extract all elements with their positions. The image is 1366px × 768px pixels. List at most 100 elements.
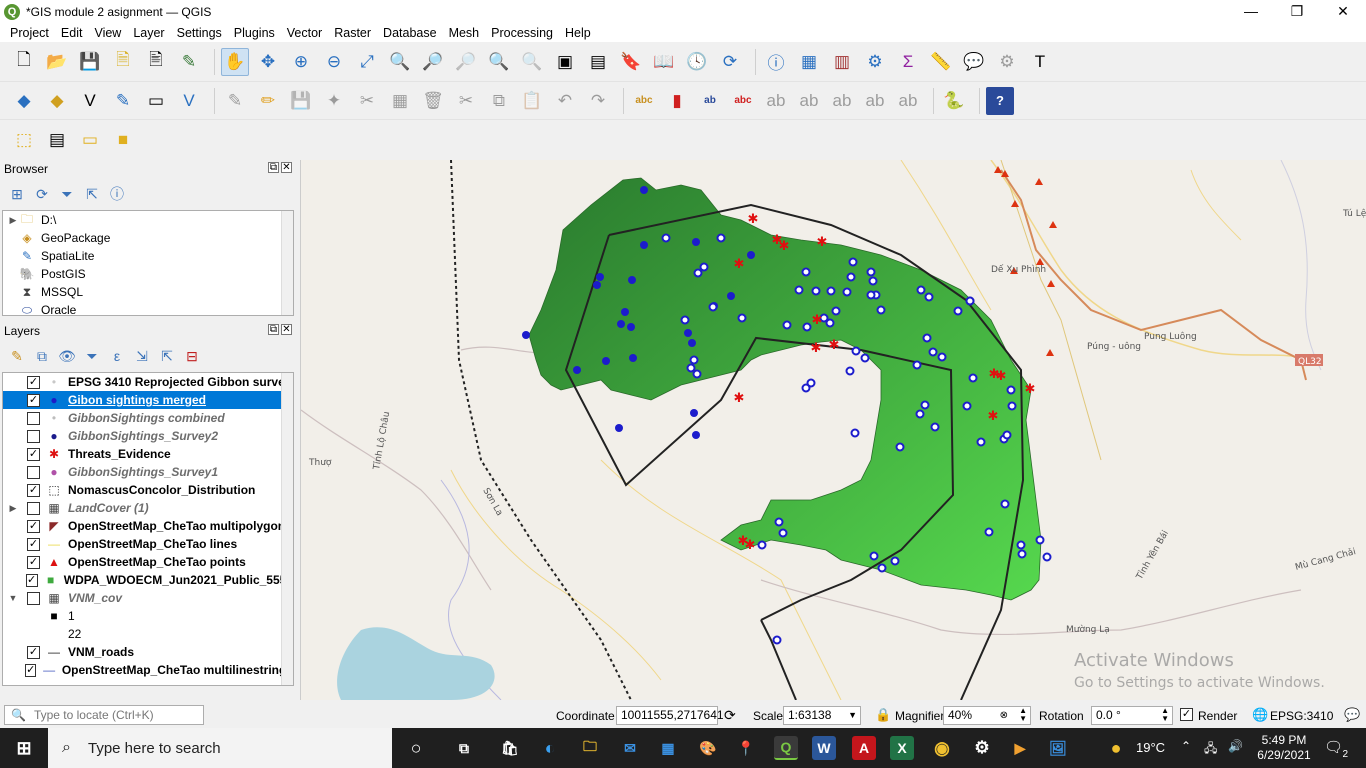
change-label-icon[interactable]: ab [861, 87, 889, 115]
calendar-icon[interactable]: ▦ [656, 736, 680, 760]
filter-icon[interactable]: ⏷ [56, 183, 78, 205]
open-attribute-table-icon[interactable]: ▦ [795, 48, 823, 76]
diagram-options-icon[interactable]: ▮ [663, 87, 691, 115]
temporal-controller-icon[interactable]: 🕓 [683, 48, 711, 76]
select-by-location-icon[interactable]: ■ [109, 126, 137, 154]
show-bookmarks-icon[interactable]: 📖 [650, 48, 678, 76]
new-geopackage-icon[interactable]: ◆ [43, 87, 71, 115]
windows-start-icon[interactable]: ⊞ [12, 736, 36, 760]
menu-plugins[interactable]: Plugins [228, 26, 281, 40]
pan-to-selection-icon[interactable]: ✥ [254, 48, 282, 76]
new-bookmark-icon[interactable]: 🔖 [617, 48, 645, 76]
collapse-all-icon[interactable]: ⇱ [156, 345, 178, 367]
data-source-manager-icon[interactable]: ◆ [10, 87, 38, 115]
map-canvas[interactable]: ✱ ✱ ✱ ✱ ✱ ✱ ✱ ✱ ✱ ✱ ✱ ✱ ✱ ✱ ✱ Dế Xu Phình Pung Luô… [300, 160, 1366, 700]
measure-line-icon[interactable]: 📏 [927, 48, 955, 76]
delete-selected-icon[interactable]: 🗑 [419, 87, 447, 115]
save-edits-icon[interactable]: 💾 [287, 87, 315, 115]
text-annotation-icon[interactable]: T [1026, 48, 1054, 76]
mail-icon[interactable]: ✉ [618, 736, 642, 760]
paint-icon[interactable]: 🎨 [696, 736, 720, 760]
layer-visibility-checkbox[interactable]: ✓ [27, 483, 40, 497]
modify-attributes-icon[interactable]: ▦ [386, 87, 414, 115]
map-tips-icon[interactable]: 💬 [960, 48, 988, 76]
volume-icon[interactable]: 🔊 [1228, 739, 1243, 753]
layer-row[interactable]: ✓ — VNM_roads [3, 643, 293, 661]
redo-icon[interactable]: ↷ [584, 87, 612, 115]
chrome-icon[interactable]: ◉ [930, 736, 954, 760]
menu-database[interactable]: Database [377, 26, 443, 40]
zoom-native-icon[interactable]: 🔎 [452, 48, 480, 76]
expand-arrow-icon[interactable]: ▶ [7, 215, 19, 226]
crs-label[interactable]: EPSG:3410 [1270, 709, 1333, 723]
highlight-pinned-labels-icon[interactable]: ab [696, 87, 724, 115]
browser-item[interactable]: 🐘 PostGIS [3, 265, 293, 283]
render-checkbox[interactable]: ✓ [1180, 708, 1193, 721]
layer-row[interactable]: ✓ ■ WDPA_WDOECM_Jun2021_Public_5555 [3, 571, 293, 589]
show-hide-labels-icon[interactable]: ab [762, 87, 790, 115]
select-features-icon[interactable]: ⬚ [10, 126, 38, 154]
browser-item[interactable]: ▶ 🗀 D:\ [3, 211, 293, 229]
zoom-next-icon[interactable]: 🔍 [518, 48, 546, 76]
browser-item[interactable]: ⬭ Oracle [3, 301, 293, 316]
layer-visibility-checkbox[interactable]: ✓ [27, 447, 40, 461]
layer-visibility-checkbox[interactable]: ✓ [25, 573, 38, 587]
taskbar-search[interactable]: ⌕ Type here to search [48, 728, 392, 768]
maps-pin-icon[interactable]: 📍 [734, 736, 758, 760]
new-virtual-layer-icon[interactable]: V [175, 87, 203, 115]
minimize-button[interactable]: — [1228, 0, 1274, 24]
layer-visibility-checkbox[interactable]: ✓ [27, 375, 40, 389]
close-panel-icon[interactable]: ✕ [281, 162, 292, 173]
layer-visibility-checkbox[interactable]: ✓ [27, 537, 40, 551]
weather-sun-icon[interactable]: ● [1104, 736, 1128, 760]
filter-legend-icon[interactable]: ⏷ [81, 345, 103, 367]
layer-visibility-checkbox[interactable] [27, 429, 40, 443]
new-map-view-icon[interactable]: ▣ [551, 48, 579, 76]
menu-vector[interactable]: Vector [281, 26, 328, 40]
properties-icon[interactable]: ⓘ [106, 183, 128, 205]
label-props-icon[interactable]: ab [894, 87, 922, 115]
collapse-all-icon[interactable]: ⇱ [81, 183, 103, 205]
browser-item[interactable]: ⧗ MSSQL [3, 283, 293, 301]
photos-icon[interactable]: 🖼 [1046, 736, 1070, 760]
select-by-value-icon[interactable]: ▤ [43, 126, 71, 154]
new-spatialite-icon[interactable]: ✎ [109, 87, 137, 115]
spinner-icon[interactable]: ▲ ▼ [1161, 707, 1169, 723]
qgis-taskbar-icon[interactable]: Q [774, 736, 798, 760]
cortana-icon[interactable]: ○ [404, 736, 428, 760]
copy-features-icon[interactable]: ⧉ [485, 87, 513, 115]
layer-visibility-checkbox[interactable] [27, 591, 40, 605]
scale-field[interactable]: 1:63138 ▼ [783, 706, 861, 725]
browser-scrollbar[interactable] [281, 211, 293, 315]
vertex-tool-icon[interactable]: ✂ [353, 87, 381, 115]
layer-visibility-checkbox[interactable] [27, 465, 40, 479]
layer-row[interactable]: ■ 1 [3, 607, 293, 625]
python-console-icon[interactable]: 🐍 [940, 87, 968, 115]
menu-help[interactable]: Help [559, 26, 597, 40]
move-label-icon[interactable]: ab [795, 87, 823, 115]
layer-row[interactable]: ✓ — OpenStreetMap_CheTao multilinestrings [3, 661, 293, 679]
layer-row[interactable]: ▼ ▦ VNM_cov [3, 589, 293, 607]
zoom-last-icon[interactable]: 🔍 [485, 48, 513, 76]
zoom-selection-icon[interactable]: 🔍 [386, 48, 414, 76]
media-player-icon[interactable]: ▶ [1008, 736, 1032, 760]
expand-arrow-icon[interactable]: ▼ [7, 593, 19, 603]
toggle-extents-icon[interactable]: ⟳ [724, 707, 736, 724]
layer-visibility-checkbox[interactable]: ✓ [27, 555, 40, 569]
menu-layer[interactable]: Layer [127, 26, 170, 40]
new-3d-view-icon[interactable]: ▤ [584, 48, 612, 76]
menu-project[interactable]: Project [4, 26, 55, 40]
lock-scale-icon[interactable]: 🔒 [875, 707, 891, 723]
manage-visibility-icon[interactable]: 👁 [56, 345, 78, 367]
style-manager-icon[interactable]: ✎ [175, 48, 203, 76]
layer-visibility-checkbox[interactable] [27, 501, 40, 515]
clock[interactable]: 5:49 PM 6/29/2021 [1254, 733, 1314, 763]
layer-visibility-checkbox[interactable]: ✓ [27, 519, 40, 533]
file-explorer-icon[interactable]: 🗀 [578, 736, 602, 760]
refresh-icon[interactable]: ⟳ [31, 183, 53, 205]
store-icon[interactable]: 🛍 [498, 736, 522, 760]
deselect-features-icon[interactable]: ▭ [76, 126, 104, 154]
menu-view[interactable]: View [88, 26, 127, 40]
new-project-icon[interactable]: 🗋 [10, 48, 38, 76]
new-temporary-layer-icon[interactable]: ▭ [142, 87, 170, 115]
